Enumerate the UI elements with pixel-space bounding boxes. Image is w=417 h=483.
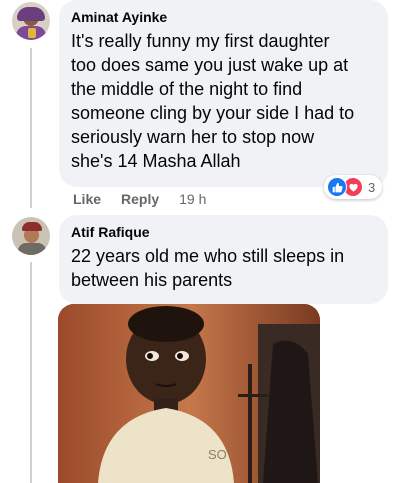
comment-photo-attachment[interactable]: SO [58, 304, 320, 483]
comment-text: 22 years old me who still sleeps in betw… [71, 246, 345, 290]
comment-bubble: Aminat Ayinke It's really funny my first… [59, 0, 388, 187]
thread-connector-line [30, 262, 32, 483]
comment-bubble: Atif Rafique 22 years old me who still s… [59, 215, 388, 304]
comment-text: It's really funny my first daughter too … [71, 31, 355, 171]
avatar-aminat-ayinke[interactable] [12, 2, 50, 40]
comment-actions: Like Reply 19 h [73, 190, 206, 208]
like-button[interactable]: Like [73, 191, 101, 207]
comment-timestamp[interactable]: 19 h [179, 191, 206, 207]
reply-button[interactable]: Reply [121, 191, 159, 207]
avatar-atif-rafique[interactable] [12, 217, 50, 255]
thread-connector-line [30, 48, 32, 208]
like-icon [327, 177, 347, 197]
reaction-summary[interactable]: 3 [324, 175, 382, 199]
reaction-count: 3 [368, 179, 376, 195]
svg-text:SO: SO [208, 447, 227, 462]
comment-author-name[interactable]: Atif Rafique [71, 223, 376, 241]
comment-author-name[interactable]: Aminat Ayinke [71, 8, 376, 26]
photo-image: SO [58, 304, 320, 483]
